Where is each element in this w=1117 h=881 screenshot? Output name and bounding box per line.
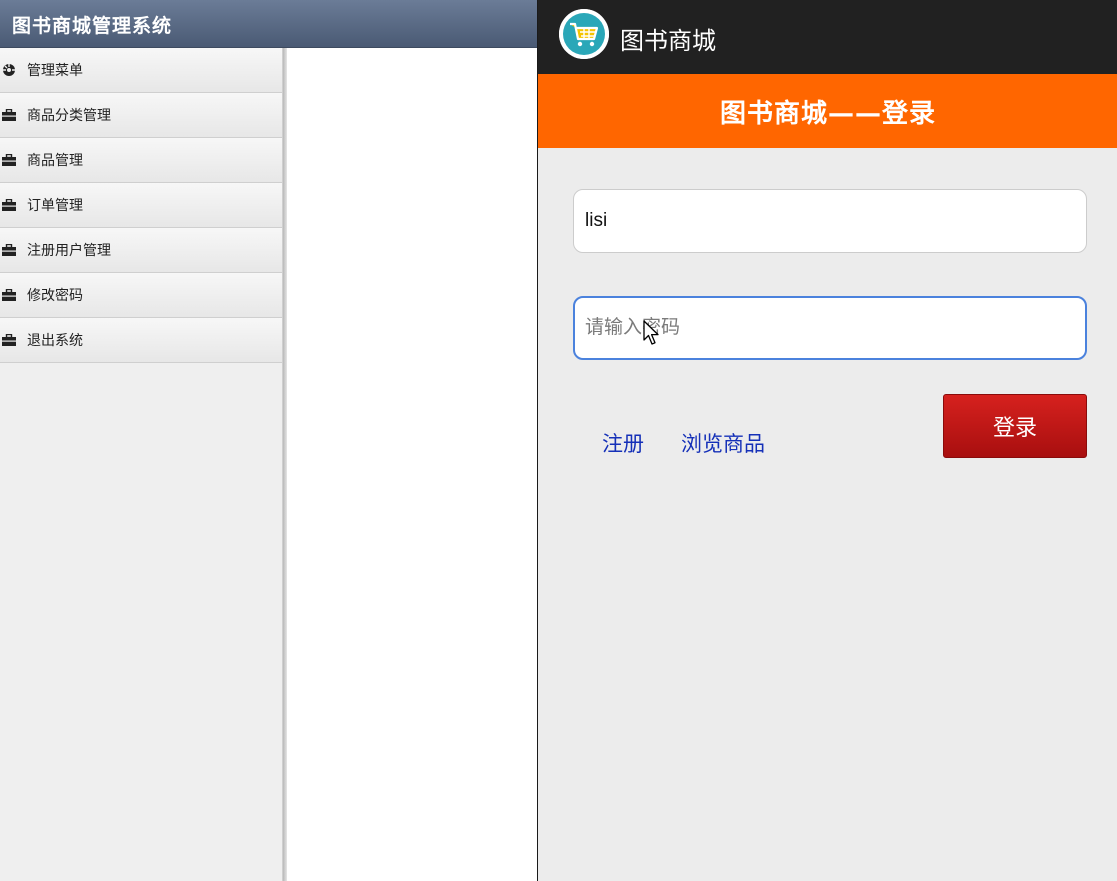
briefcase-icon [2,108,16,122]
page-header: 图书商城——登录 [538,74,1117,148]
sidebar-item-management-menu[interactable]: 管理菜单 [0,48,282,93]
browse-products-link[interactable]: 浏览商品 [681,428,765,458]
password-input[interactable] [573,296,1087,360]
sidebar-item-label: 修改密码 [27,288,83,304]
sidebar-item-category-management[interactable]: 商品分类管理 [0,93,282,138]
admin-content-area [287,48,537,881]
sidebar-item-product-management[interactable]: 商品管理 [0,138,282,183]
sidebar-item-label: 商品管理 [27,153,83,169]
login-button[interactable]: 登录 [943,394,1087,458]
admin-panel: 图书商城管理系统 管理菜单 商品分类管理 商品管理 订单管理 注册用户管理 修改… [0,0,537,881]
admin-header: 图书商城管理系统 [0,0,537,48]
shopping-cart-icon [559,9,609,59]
admin-title: 图书商城管理系统 [12,15,173,37]
sidebar-item-user-management[interactable]: 注册用户管理 [0,228,282,273]
sidebar-item-label: 退出系统 [27,333,83,349]
briefcase-icon [2,333,16,347]
briefcase-icon [2,243,16,257]
sidebar-item-label: 商品分类管理 [27,108,111,124]
sidebar-item-label: 注册用户管理 [27,243,111,259]
register-link[interactable]: 注册 [602,428,644,458]
sidebar-item-change-password[interactable]: 修改密码 [0,273,282,318]
page-title: 图书商城——登录 [719,98,936,129]
app-bar: 图书商城 [538,0,1117,74]
app-title: 图书商城 [620,27,716,55]
username-input[interactable] [573,189,1087,253]
admin-sidebar: 管理菜单 商品分类管理 商品管理 订单管理 注册用户管理 修改密码 退出系统 [0,48,283,881]
briefcase-icon [2,288,16,302]
sidebar-item-label: 管理菜单 [27,63,83,79]
sidebar-item-label: 订单管理 [27,198,83,214]
briefcase-icon [2,198,16,212]
dashboard-icon [2,63,16,77]
sidebar-item-logout[interactable]: 退出系统 [0,318,282,363]
sidebar-item-order-management[interactable]: 订单管理 [0,183,282,228]
mobile-app: 图书商城 图书商城——登录 注册 浏览商品 登录 [537,0,1117,881]
briefcase-icon [2,153,16,167]
